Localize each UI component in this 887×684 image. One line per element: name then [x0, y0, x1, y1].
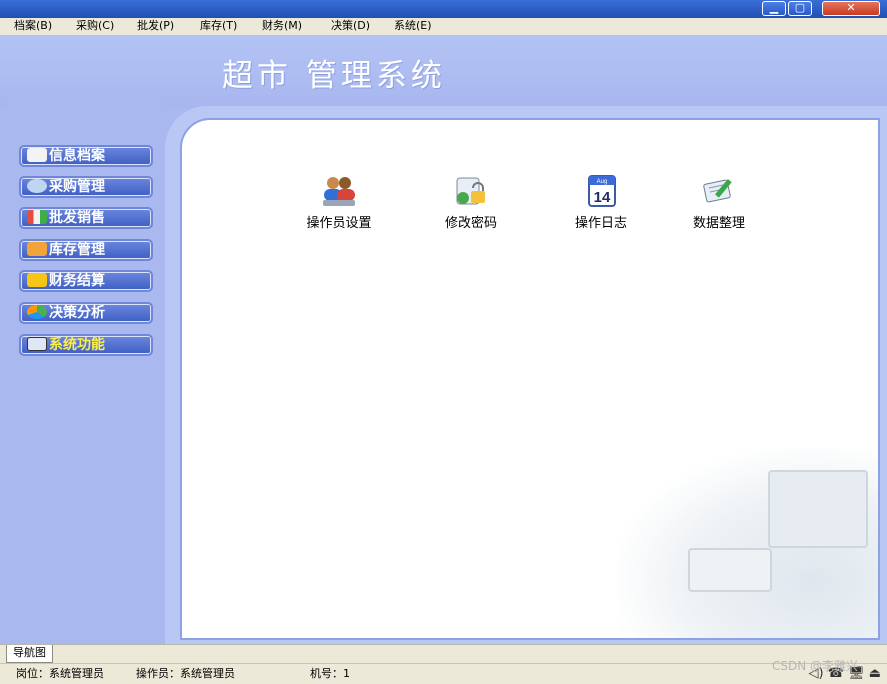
- edit-icon: [703, 179, 732, 203]
- menu-inventory[interactable]: 库存(T): [200, 19, 237, 33]
- users-icon: [323, 177, 355, 206]
- box-icon: [27, 242, 47, 256]
- tab-strip: 导航图: [0, 644, 887, 663]
- calendar-day-text: 14: [594, 189, 611, 206]
- sidebar-item-label: 批发销售: [49, 210, 105, 226]
- sidebar-item-inventory[interactable]: 库存管理: [19, 239, 153, 261]
- operator-settings-button[interactable]: 操作员设置: [284, 174, 394, 231]
- book-icon: [27, 148, 47, 162]
- menu-archive[interactable]: 档案(B): [14, 19, 52, 33]
- sidebar-item-archive[interactable]: 信息档案: [19, 145, 153, 167]
- operation-log-label: 操作日志: [574, 216, 627, 231]
- content-panel: 操作员设置 修改密码 Aug 14 操作日志 数据整理: [180, 118, 880, 640]
- calendar-icon: Aug 14: [588, 175, 616, 207]
- money-icon: [27, 273, 47, 287]
- status-position: 岗位：系统管理员: [16, 667, 104, 680]
- status-machine: 机号：1: [310, 667, 350, 680]
- lock-icon: [456, 177, 485, 205]
- menu-bar: 档案(B) 采购(C) 批发(P) 库存(T) 财务(M) 决策(D) 系统(E…: [0, 18, 887, 36]
- watermark: CSDN @李雅兴: [772, 659, 859, 673]
- keyboard-illustration: [688, 548, 772, 592]
- sidebar-item-purchase[interactable]: 采购管理: [19, 176, 153, 198]
- maximize-button[interactable]: ▢: [788, 1, 812, 16]
- status-bar: 岗位：系统管理员 操作员：系统管理员 机号：1 ◁) ☎ 🖥 ⏏: [0, 663, 887, 684]
- sidebar-item-finance[interactable]: 财务结算: [19, 270, 153, 292]
- menu-wholesale[interactable]: 批发(P): [137, 19, 174, 33]
- tab-navigation-map[interactable]: 导航图: [6, 645, 53, 663]
- operator-settings-label: 操作员设置: [306, 216, 372, 231]
- operation-log-button[interactable]: Aug 14 操作日志: [546, 174, 656, 231]
- pie-chart-icon: [27, 305, 47, 319]
- sidebar-item-decision[interactable]: 决策分析: [19, 302, 153, 324]
- computer-icon: [27, 337, 47, 351]
- menu-purchase[interactable]: 采购(C): [76, 19, 114, 33]
- title-bar: ▁ ▢ ✕: [0, 0, 887, 18]
- status-operator: 操作员：系统管理员: [136, 667, 235, 680]
- data-cleanup-label: 数据整理: [692, 216, 745, 231]
- app-title: 超市 管理系统: [222, 58, 446, 94]
- menu-finance[interactable]: 财务(M): [262, 19, 302, 33]
- sidebar-item-label: 财务结算: [49, 273, 105, 289]
- menu-decision[interactable]: 决策(D): [331, 19, 370, 33]
- minimize-button[interactable]: ▁: [762, 1, 786, 16]
- sidebar-item-sales[interactable]: 批发销售: [19, 207, 153, 229]
- sidebar-item-label: 库存管理: [49, 242, 105, 258]
- sidebar-item-label: 信息档案: [49, 148, 105, 164]
- office-background-image: [618, 448, 878, 638]
- menu-system[interactable]: 系统(E): [394, 19, 432, 33]
- close-button[interactable]: ✕: [822, 1, 880, 16]
- magnifier-icon: [27, 179, 47, 193]
- sidebar-item-label: 采购管理: [49, 179, 105, 195]
- data-cleanup-button[interactable]: 数据整理: [664, 174, 774, 231]
- sidebar: 信息档案 采购管理 批发销售 库存管理 财务结算 决策分析 系统功能: [7, 97, 165, 607]
- change-password-button[interactable]: 修改密码: [416, 174, 526, 231]
- sidebar-item-label: 系统功能: [49, 337, 105, 353]
- sales-chart-icon: [27, 210, 47, 224]
- calendar-month-text: Aug: [597, 179, 608, 185]
- sidebar-item-system[interactable]: 系统功能: [19, 334, 153, 356]
- sidebar-item-label: 决策分析: [49, 305, 105, 321]
- change-password-label: 修改密码: [444, 216, 497, 231]
- monitor-illustration: [768, 470, 868, 548]
